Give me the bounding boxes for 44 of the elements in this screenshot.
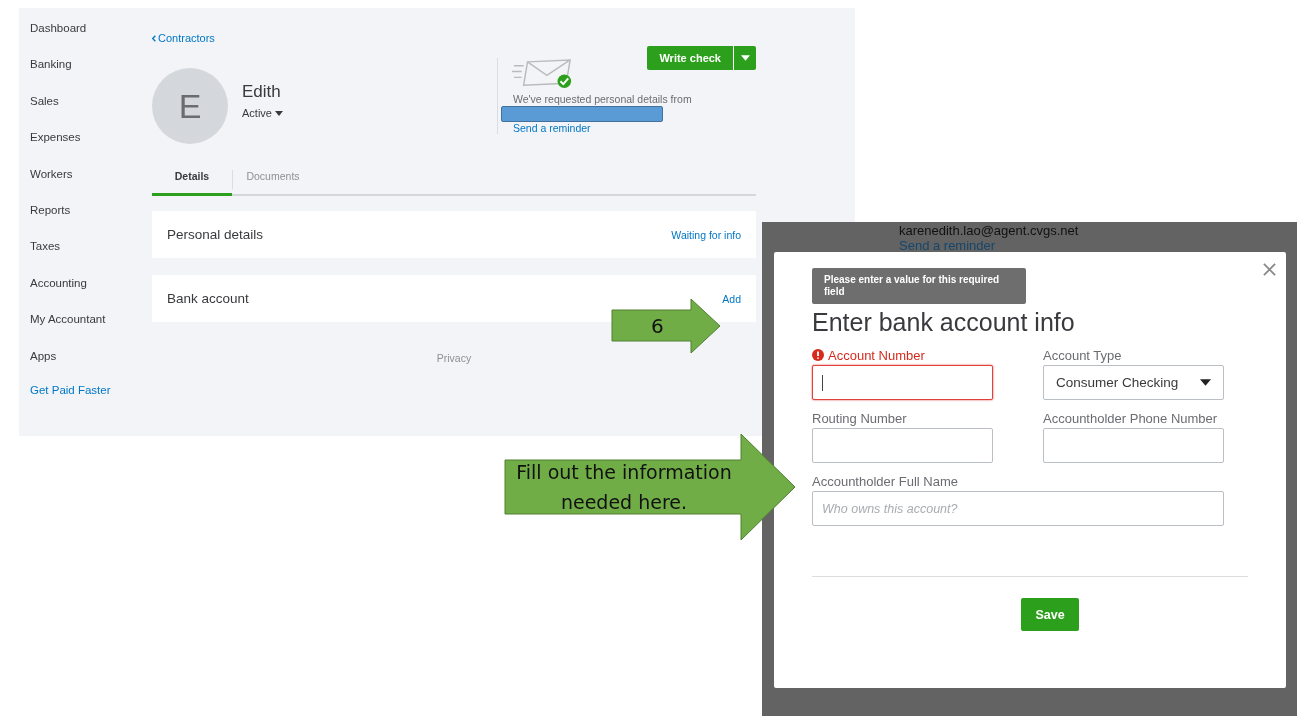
field-label: Routing Number — [812, 410, 907, 426]
section-title: Bank account — [167, 291, 249, 306]
section-link[interactable]: Waiting for info — [671, 228, 741, 241]
request-message: We've requested personal details from — [512, 93, 692, 105]
avatar: E — [152, 68, 228, 144]
sidebar-item[interactable]: Banking — [30, 58, 152, 95]
caret-icon — [274, 110, 283, 116]
callout-text: 6 — [651, 314, 664, 338]
back-link[interactable]: Contractors — [152, 32, 215, 44]
tooltip: Please enter a value for this required field — [812, 268, 1026, 304]
envelope-check-icon — [511, 58, 574, 89]
sidebar-item[interactable]: Dashboard — [30, 22, 152, 59]
sidebar-item[interactable]: My Accountant — [30, 313, 152, 350]
caret-icon — [740, 55, 750, 61]
sidebar-item[interactable]: Accounting — [30, 276, 152, 314]
input-field[interactable] — [1043, 428, 1224, 463]
sidebar-item[interactable]: Get Paid Faster — [30, 383, 152, 396]
dropdown-button[interactable] — [733, 46, 756, 70]
chevron-left-icon — [152, 34, 156, 42]
field-label: Account Number — [828, 347, 925, 363]
input-field[interactable] — [812, 365, 993, 400]
send-reminder-link[interactable]: Send a reminder — [512, 122, 692, 134]
sidebar-item[interactable]: Workers — [30, 167, 152, 204]
section-title: Personal details — [167, 227, 264, 242]
dialog-title: Enter bank account info — [812, 308, 1075, 337]
error-icon — [812, 349, 824, 361]
section-link[interactable]: Add — [722, 292, 741, 305]
sidebar-item[interactable]: Expenses — [30, 131, 152, 168]
sidebar-item[interactable]: Apps — [30, 349, 152, 386]
field-label: Accountholder Full Name — [812, 473, 958, 489]
field-label: Accountholder Phone Number — [1043, 410, 1218, 426]
sidebar-item[interactable]: Reports — [30, 203, 152, 241]
email-text: karenedith.lao@agent.cvgs.net — [899, 223, 1079, 238]
caret-icon — [1200, 379, 1211, 386]
sidebar-item[interactable]: Taxes — [30, 240, 152, 277]
contractor-name: Edith — [242, 82, 282, 102]
status-dropdown[interactable]: Active — [242, 107, 283, 119]
sidebar-item[interactable]: Sales — [30, 94, 152, 132]
input-field[interactable] — [812, 428, 993, 463]
tab[interactable]: Details — [152, 170, 232, 196]
callout-text: Fill out the information needed here. — [515, 460, 733, 515]
account-type-select[interactable]: Consumer Checking — [1043, 365, 1224, 400]
close-icon[interactable] — [1263, 263, 1276, 276]
field-label: Account Type — [1043, 347, 1122, 363]
